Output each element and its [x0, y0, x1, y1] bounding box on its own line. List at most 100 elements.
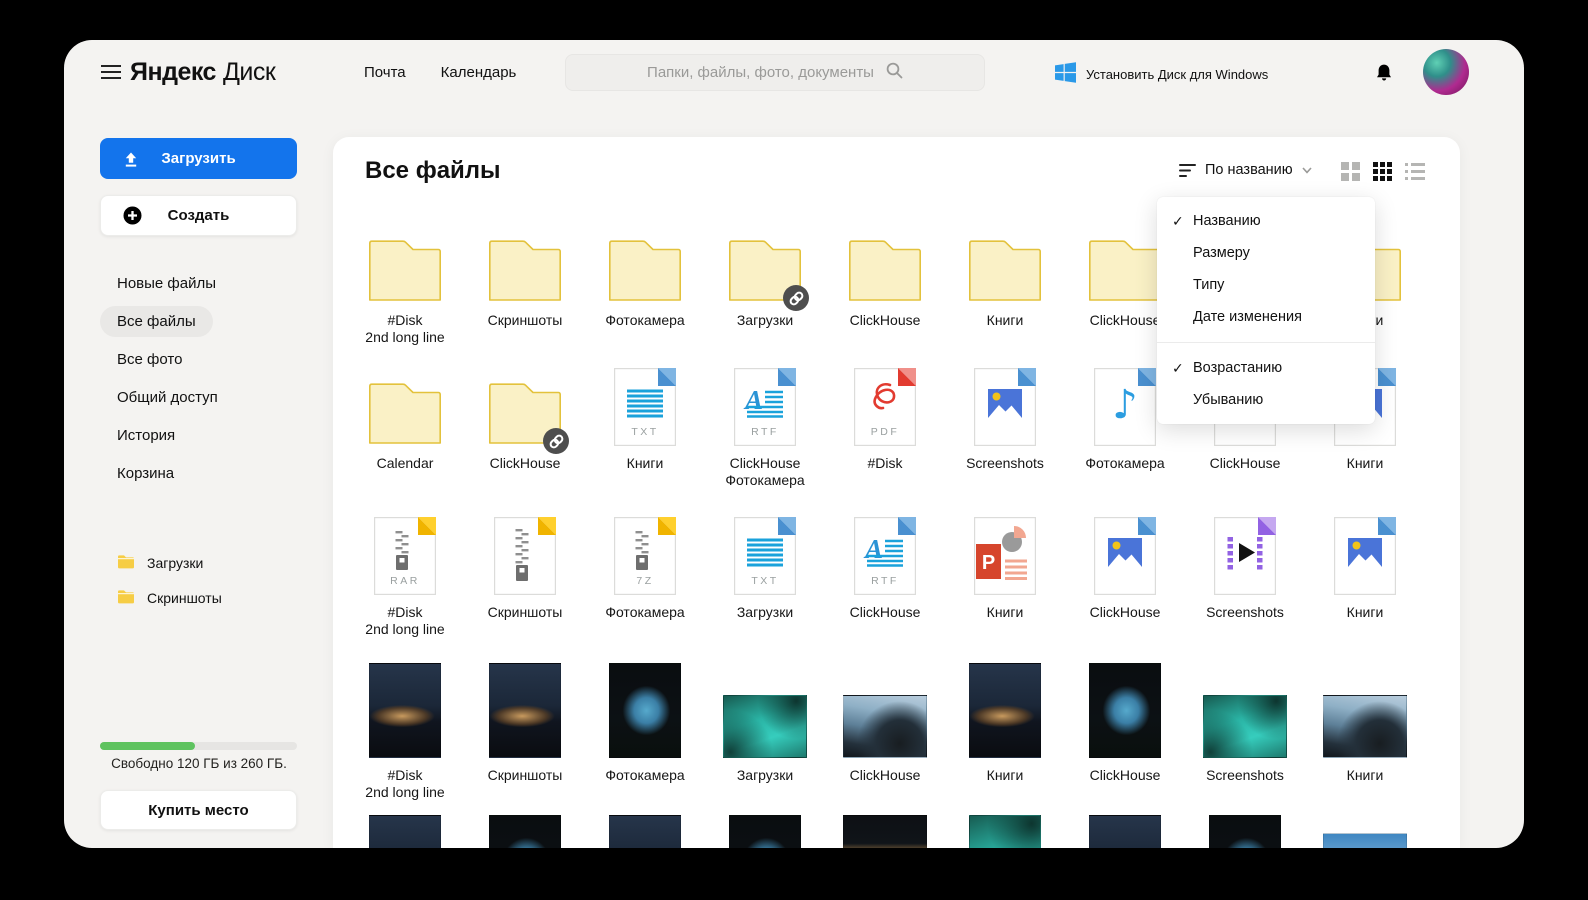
menu-divider: [1157, 342, 1375, 343]
folder-icon: [367, 239, 443, 303]
view-large-tiles-button[interactable]: [1341, 162, 1360, 181]
photo-item[interactable]: Книги: [1309, 663, 1421, 815]
folder-item[interactable]: Книги: [949, 237, 1061, 368]
photo-item[interactable]: ClickHouse: [829, 663, 941, 815]
file-item[interactable]: TXT Загрузки: [709, 517, 821, 663]
sort-menu-item-label: Возрастанию: [1193, 360, 1282, 376]
yandex-disk-logo[interactable]: ЯндексДиск: [130, 58, 275, 87]
photo-thumbnail: [1089, 663, 1161, 758]
sidebar-folder-shortcut[interactable]: Загрузки: [117, 551, 222, 575]
sidebar-item[interactable]: Общий доступ: [117, 378, 218, 416]
buy-space-button[interactable]: Купить место: [100, 790, 297, 830]
svg-text:A: A: [743, 385, 763, 415]
file-item[interactable]: ARTFClickHouse: [829, 517, 941, 663]
file-item[interactable]: RAR#Disk2nd long line: [349, 517, 461, 663]
file-item[interactable]: Screenshots: [1189, 517, 1301, 663]
sort-icon: [1179, 163, 1196, 178]
sidebar-item[interactable]: Все фото: [117, 340, 218, 378]
file-name: #Disk2nd long line: [365, 767, 444, 801]
photo-item[interactable]: [949, 815, 1061, 848]
install-disk-link[interactable]: Установить Диск для Windows: [1055, 62, 1268, 86]
windows-logo-icon: [1055, 62, 1076, 86]
folder-icon: [487, 239, 563, 303]
folder-item[interactable]: Фотокамера: [589, 237, 701, 368]
svg-text:7Z: 7Z: [636, 575, 653, 587]
upload-button[interactable]: Загрузить: [100, 138, 297, 179]
file-item[interactable]: PDF#Disk: [829, 368, 941, 517]
folder-item[interactable]: Calendar: [349, 368, 461, 517]
file-name: Книги: [1347, 767, 1384, 784]
sidebar-folder-shortcut[interactable]: Скриншоты: [117, 586, 222, 610]
photo-item[interactable]: Книги: [949, 663, 1061, 815]
create-button[interactable]: Создать: [100, 195, 297, 236]
file-item[interactable]: 7ZФотокамера: [589, 517, 701, 663]
folder-icon: [1087, 239, 1163, 303]
search-input[interactable]: Папки, файлы, фото, документы: [565, 54, 985, 91]
photo-item[interactable]: [1189, 815, 1301, 848]
view-switcher: [1341, 162, 1425, 181]
file-item[interactable]: PКниги: [949, 517, 1061, 663]
file-item[interactable]: Книги: [1309, 517, 1421, 663]
file-item[interactable]: ClickHouse: [1069, 517, 1181, 663]
avatar[interactable]: [1423, 49, 1469, 95]
photo-item[interactable]: Фотокамера: [589, 663, 701, 815]
photo-item[interactable]: Загрузки: [709, 663, 821, 815]
folder-item[interactable]: ClickHouse: [469, 368, 581, 517]
file-name: Книги: [987, 767, 1024, 784]
folder-item[interactable]: #Disk2nd long line: [349, 237, 461, 368]
upload-button-label: Загрузить: [161, 150, 235, 167]
sidebar-folder-label: Загрузки: [147, 555, 203, 571]
sort-control[interactable]: По названию: [1179, 162, 1312, 178]
sidebar-item[interactable]: Корзина: [117, 454, 218, 492]
check-icon: ✓: [1172, 360, 1184, 377]
header-nav-link[interactable]: Почта: [364, 64, 406, 81]
photo-thumbnail: [489, 663, 561, 758]
sidebar-item[interactable]: Новые файлы: [117, 264, 218, 302]
view-list-button[interactable]: [1405, 163, 1425, 180]
sidebar-item-label: История: [117, 427, 175, 444]
menu-icon[interactable]: [101, 65, 121, 81]
photo-item[interactable]: [349, 815, 461, 848]
file-item[interactable]: Скриншоты: [469, 517, 581, 663]
sidebar-item[interactable]: Все файлы: [117, 302, 218, 340]
sort-menu-item-label: Размеру: [1193, 245, 1250, 261]
folder-item[interactable]: Загрузки: [709, 237, 821, 368]
sort-menu-item[interactable]: Дате изменения: [1157, 301, 1375, 333]
file-item[interactable]: TXTКниги: [589, 368, 701, 517]
file-name: Загрузки: [737, 604, 793, 621]
file-item[interactable]: Screenshots: [949, 368, 1061, 517]
sort-menu-item[interactable]: ✓ Возрастанию: [1157, 352, 1375, 384]
photo-item[interactable]: Скриншоты: [469, 663, 581, 815]
photo-item[interactable]: [589, 815, 701, 848]
notifications-bell-icon[interactable]: [1374, 63, 1394, 83]
photo-item[interactable]: Screenshots: [1189, 663, 1301, 815]
sidebar-item-label: Корзина: [117, 465, 174, 482]
sort-menu-item[interactable]: Типу: [1157, 269, 1375, 301]
sort-menu-item[interactable]: Убыванию: [1157, 384, 1375, 416]
file-name: ClickHouse: [850, 312, 921, 329]
file-name: Загрузки: [737, 312, 793, 329]
file-name: Книги: [627, 455, 664, 472]
folder-item[interactable]: Скриншоты: [469, 237, 581, 368]
sort-menu-item[interactable]: ✓Названию: [1157, 205, 1375, 237]
upload-icon: [122, 150, 140, 168]
file-item[interactable]: ARTFClickHouseФотокамера: [709, 368, 821, 517]
sort-menu-item[interactable]: Размеру: [1157, 237, 1375, 269]
storage-progress-bar: [100, 742, 297, 750]
file-name: Загрузки: [737, 767, 793, 784]
photo-item[interactable]: [1309, 815, 1421, 848]
ppt-icon: P: [974, 517, 1036, 595]
photo-item[interactable]: [1069, 815, 1181, 848]
photo-item[interactable]: [829, 815, 941, 848]
header-nav-link[interactable]: Календарь: [441, 64, 517, 81]
view-tiles-button[interactable]: [1373, 162, 1392, 181]
file-name: #Disk2nd long line: [365, 604, 444, 638]
photo-item[interactable]: #Disk2nd long line: [349, 663, 461, 815]
sort-menu-item-label: Типу: [1193, 277, 1224, 293]
sidebar-item[interactable]: История: [117, 416, 218, 454]
photo-item[interactable]: [469, 815, 581, 848]
folder-item[interactable]: ClickHouse: [829, 237, 941, 368]
svg-text:TXT: TXT: [751, 575, 778, 587]
photo-item[interactable]: [709, 815, 821, 848]
photo-item[interactable]: ClickHouse: [1069, 663, 1181, 815]
